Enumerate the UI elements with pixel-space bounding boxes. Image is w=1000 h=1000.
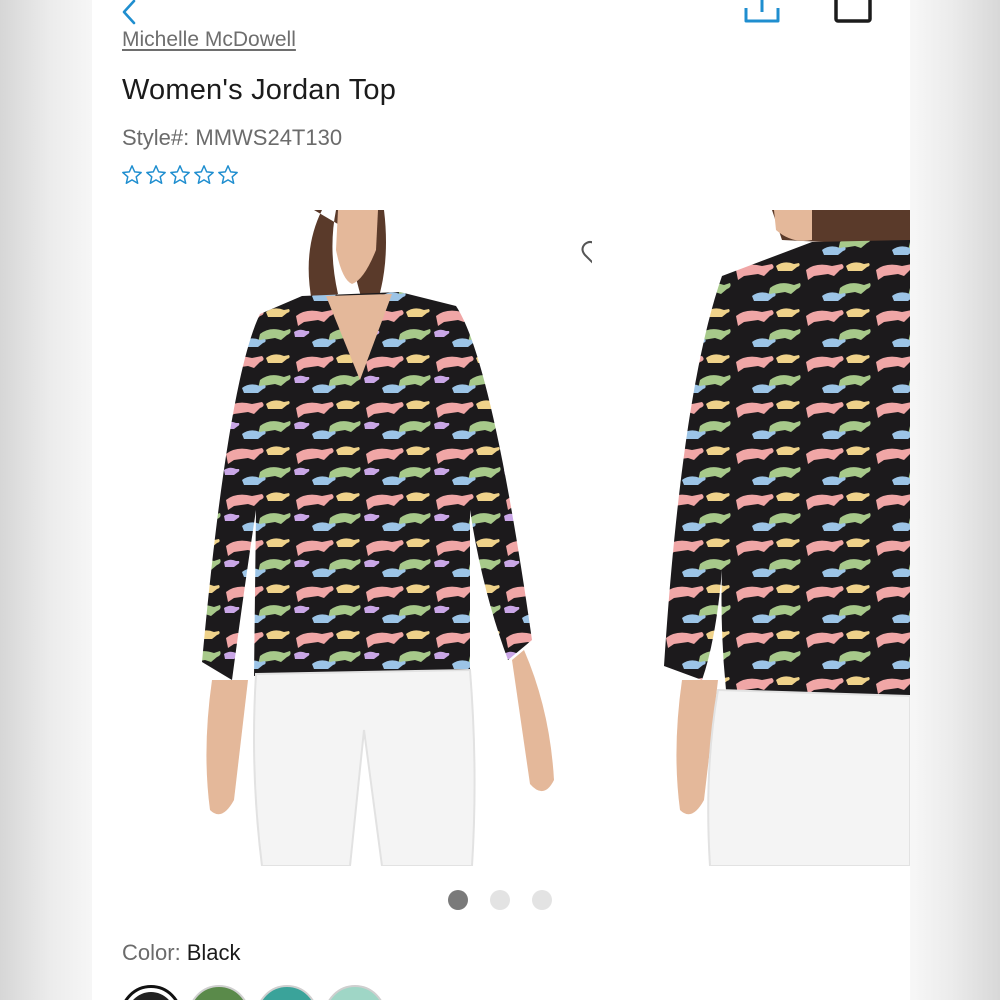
product-page: Michelle McDowell Women's Jordan Top Sty… [92,0,910,1000]
rating-stars[interactable] [121,164,239,186]
star-outline-icon [194,165,214,184]
image-gallery[interactable] [92,210,910,866]
star-outline-icon [218,165,238,184]
brand-link[interactable]: Michelle McDowell [122,28,296,52]
color-selection: Color: Black [122,940,240,966]
color-swatch-teal[interactable] [256,985,318,1000]
color-swatch-black[interactable] [120,985,182,1000]
chevron-left-icon[interactable] [116,0,144,26]
product-photo-front[interactable] [152,210,592,866]
left-blur-border [0,0,92,1000]
share-upload-icon[interactable] [742,0,782,26]
gallery-pagination[interactable] [448,890,552,910]
pagination-dot[interactable] [448,890,468,910]
color-label: Color: [122,940,181,965]
pagination-dot[interactable] [532,890,552,910]
product-title: Women's Jordan Top [122,74,397,106]
heart-favorite-icon[interactable] [580,238,592,272]
style-number: Style#: MMWS24T130 [122,125,343,150]
shopping-bag-icon[interactable] [832,0,888,26]
star-outline-icon [170,165,190,184]
product-photo-back[interactable] [662,210,910,866]
star-outline-icon [146,165,166,184]
right-blur-border [910,0,1000,1000]
color-swatch-green[interactable] [188,985,250,1000]
color-value: Black [186,940,241,965]
pagination-dot[interactable] [490,890,510,910]
star-outline-icon [122,165,142,184]
color-swatch-mint[interactable] [324,985,386,1000]
